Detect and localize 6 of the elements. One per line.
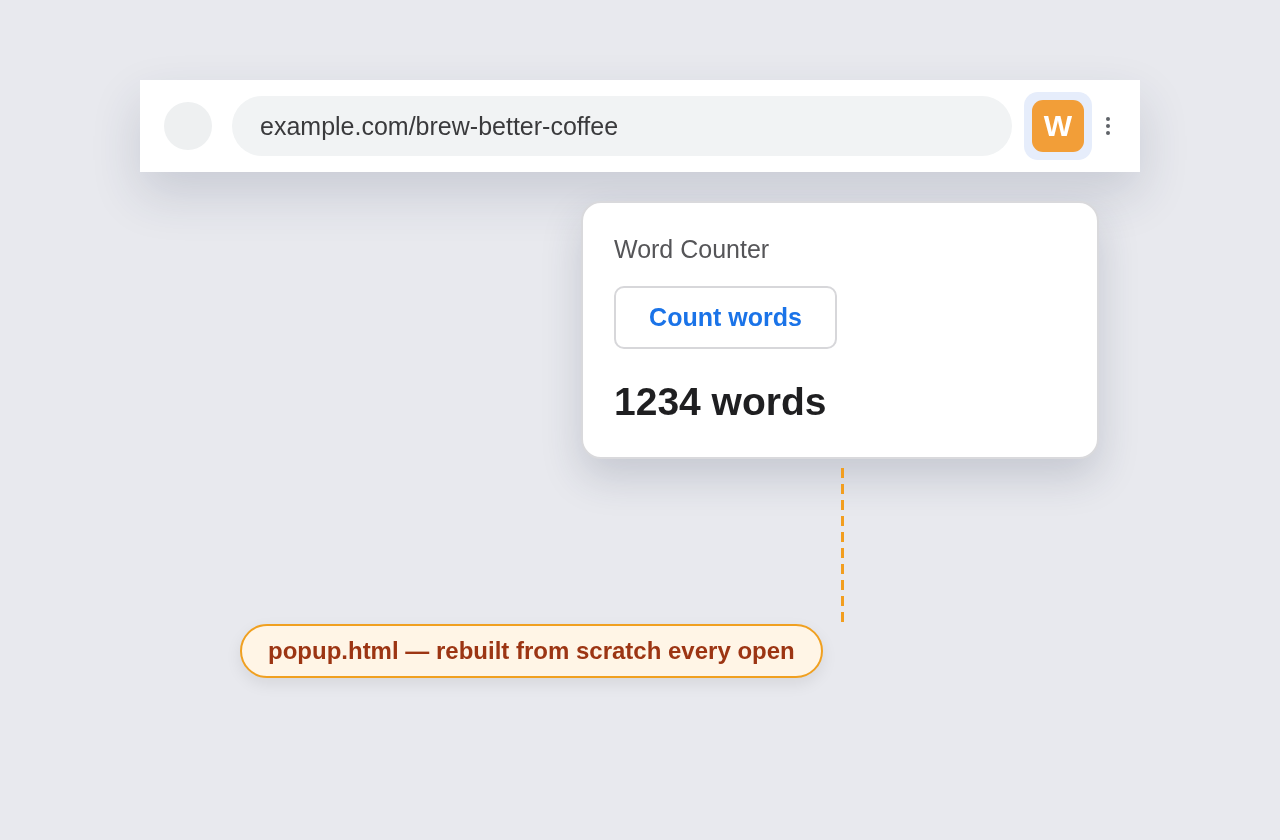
kebab-menu-icon[interactable]	[1105, 116, 1111, 136]
address-field[interactable]: example.com/brew-better-coffee	[232, 96, 1012, 156]
popup-title: Word Counter	[614, 234, 770, 265]
word-count-result: 1234 words	[614, 379, 827, 425]
callout-label: popup.html — rebuilt from scratch every open	[240, 624, 823, 678]
count-words-button[interactable]: Count words	[614, 286, 837, 349]
